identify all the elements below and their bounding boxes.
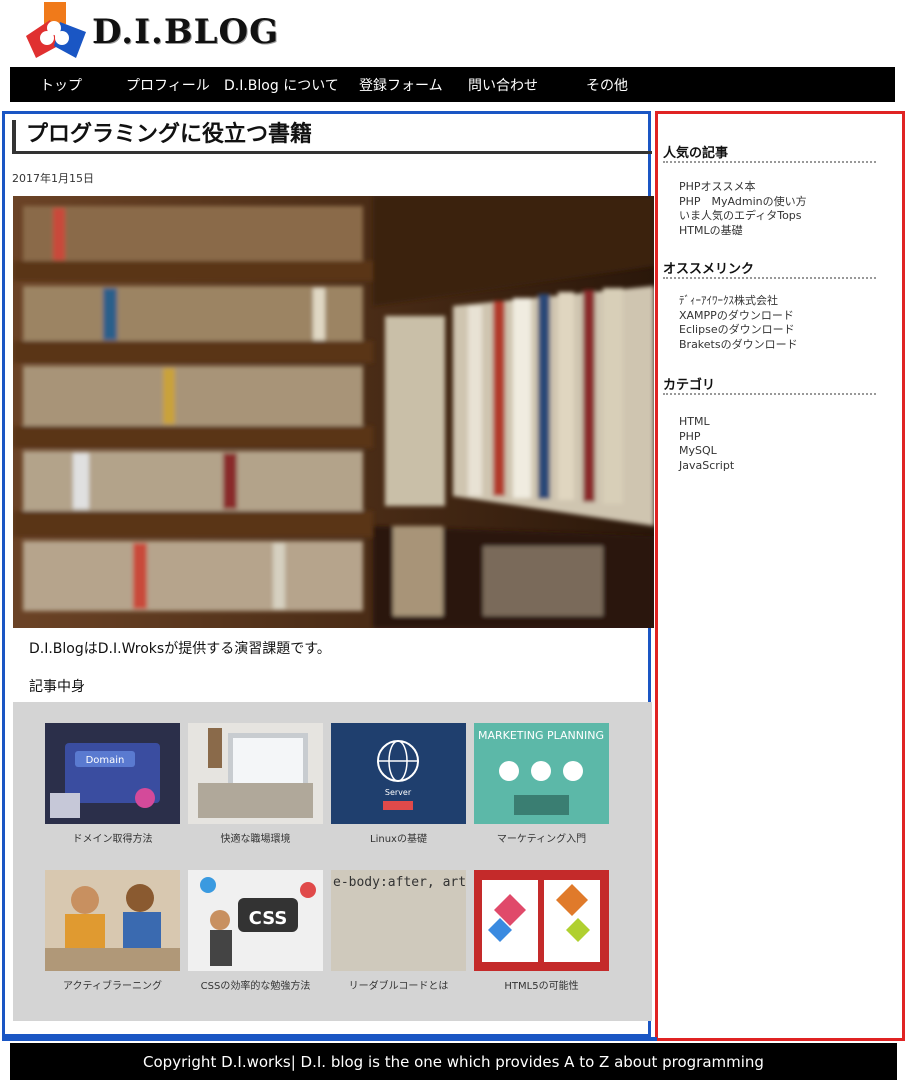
gallery-caption: HTML5の可能性 bbox=[504, 981, 579, 992]
link-item[interactable]: Braketsのダウンロード bbox=[679, 338, 798, 353]
marketing-thumb-text: MARKETING PLANNING bbox=[478, 729, 604, 742]
widget-divider bbox=[663, 161, 876, 163]
gallery-caption: アクティブラーニング bbox=[63, 981, 162, 992]
popular-item[interactable]: PHPオススメ本 bbox=[679, 180, 807, 195]
domain-thumb-image: Domain bbox=[45, 723, 180, 824]
logo-text: D.I.BLOG bbox=[92, 12, 280, 52]
domain-thumb-text: Domain bbox=[86, 755, 125, 766]
post-intro: D.I.BlogはD.I.Wroksが提供する演習課題です。 bbox=[29, 641, 331, 657]
widget-divider bbox=[663, 393, 876, 395]
gallery-item-css[interactable]: CSS CSSの効率的な勉強方法 bbox=[188, 870, 323, 992]
global-nav: トップ プロフィール D.I.Blog について 登録フォーム 問い合わせ その… bbox=[10, 67, 895, 102]
widget-title-categories: カテゴリ bbox=[663, 378, 716, 393]
widget-divider bbox=[663, 277, 876, 279]
sidebar: 人気の記事 PHPオススメ本 PHP MyAdminの使い方 いま人気のエディタ… bbox=[655, 111, 905, 1041]
css-thumb-image: CSS bbox=[188, 870, 323, 971]
popular-item[interactable]: HTMLの基礎 bbox=[679, 224, 807, 239]
nav-item-register[interactable]: 登録フォーム bbox=[359, 75, 443, 95]
category-item[interactable]: PHP bbox=[679, 430, 734, 445]
main-content: プログラミングに役立つ書籍 2017年1月15日 D.I.BlogはD.I.Wr… bbox=[2, 111, 654, 1037]
article-gallery: Domain ドメイン取得方法 快適な職場環境 Server Linuxの基礎 … bbox=[13, 702, 652, 1021]
link-item[interactable]: XAMPPのダウンロード bbox=[679, 309, 798, 324]
post-date: 2017年1月15日 bbox=[12, 172, 94, 185]
category-item[interactable]: JavaScript bbox=[679, 459, 734, 474]
gallery-item-readable-code[interactable]: e-body:after, article-body-more, ack-for… bbox=[331, 870, 466, 992]
gallery-item-active-learning[interactable]: アクティブラーニング bbox=[45, 870, 180, 992]
marketing-thumb-image: MARKETING PLANNING bbox=[474, 723, 609, 824]
widget-title-popular: 人気の記事 bbox=[663, 146, 729, 161]
server-thumb-text: Server bbox=[385, 788, 412, 797]
link-item[interactable]: Eclipseのダウンロード bbox=[679, 323, 798, 338]
gallery-item-domain[interactable]: Domain ドメイン取得方法 bbox=[45, 723, 180, 845]
gallery-item-workspace[interactable]: 快適な職場環境 bbox=[188, 723, 323, 845]
server-thumb-image: Server bbox=[331, 723, 466, 824]
nav-item-profile[interactable]: プロフィール bbox=[126, 75, 210, 95]
code-thumb-text: e-body:after, article-body-more, ack-for… bbox=[333, 875, 466, 890]
workspace-thumb-image bbox=[188, 723, 323, 824]
nav-item-other[interactable]: その他 bbox=[586, 75, 628, 95]
active-learning-thumb-image bbox=[45, 870, 180, 971]
popular-item[interactable]: いま人気のエディタTops bbox=[679, 209, 807, 224]
post-title: プログラミングに役立つ書籍 bbox=[12, 120, 652, 154]
site-footer: Copyright D.I.works| D.I. blog is the on… bbox=[10, 1043, 897, 1080]
post-body-label: 記事中身 bbox=[29, 679, 85, 695]
widget-title-links: オススメリンク bbox=[663, 262, 755, 277]
gallery-caption: ドメイン取得方法 bbox=[72, 834, 153, 845]
link-item[interactable]: ﾃﾞｨｰｱｲﾜｰｸｽ株式会社 bbox=[679, 294, 798, 309]
code-thumb-image: e-body:after, article-body-more, ack-for… bbox=[331, 870, 466, 971]
gallery-item-linux[interactable]: Server Linuxの基礎 bbox=[331, 723, 466, 845]
gallery-caption: 快適な職場環境 bbox=[220, 834, 291, 845]
gallery-caption: Linuxの基礎 bbox=[370, 834, 427, 845]
nav-item-about[interactable]: D.I.Blog について bbox=[224, 75, 339, 95]
logo-mark-icon bbox=[26, 2, 86, 58]
gallery-item-html5[interactable]: HTML5の可能性 bbox=[474, 870, 609, 992]
gallery-caption: リーダブルコードとは bbox=[348, 981, 449, 992]
popular-list: PHPオススメ本 PHP MyAdminの使い方 いま人気のエディタTops H… bbox=[679, 180, 807, 238]
links-list: ﾃﾞｨｰｱｲﾜｰｸｽ株式会社 XAMPPのダウンロード Eclipseのダウンロ… bbox=[679, 294, 798, 352]
nav-item-contact[interactable]: 問い合わせ bbox=[468, 75, 538, 95]
category-item[interactable]: MySQL bbox=[679, 444, 734, 459]
site-logo[interactable]: D.I.BLOG bbox=[24, 2, 278, 62]
category-item[interactable]: HTML bbox=[679, 415, 734, 430]
category-list: HTML PHP MySQL JavaScript bbox=[679, 415, 734, 473]
html5-thumb-image bbox=[474, 870, 609, 971]
gallery-caption: CSSの効率的な勉強方法 bbox=[200, 981, 311, 992]
gallery-item-marketing[interactable]: MARKETING PLANNING マーケティング入門 bbox=[474, 723, 609, 845]
nav-item-top[interactable]: トップ bbox=[40, 75, 82, 95]
popular-item[interactable]: PHP MyAdminの使い方 bbox=[679, 195, 807, 210]
main-bottom-border bbox=[2, 1037, 657, 1041]
css-thumb-text: CSS bbox=[249, 908, 288, 929]
gallery-caption: マーケティング入門 bbox=[496, 834, 587, 845]
hero-image-bookshelf bbox=[13, 196, 654, 628]
